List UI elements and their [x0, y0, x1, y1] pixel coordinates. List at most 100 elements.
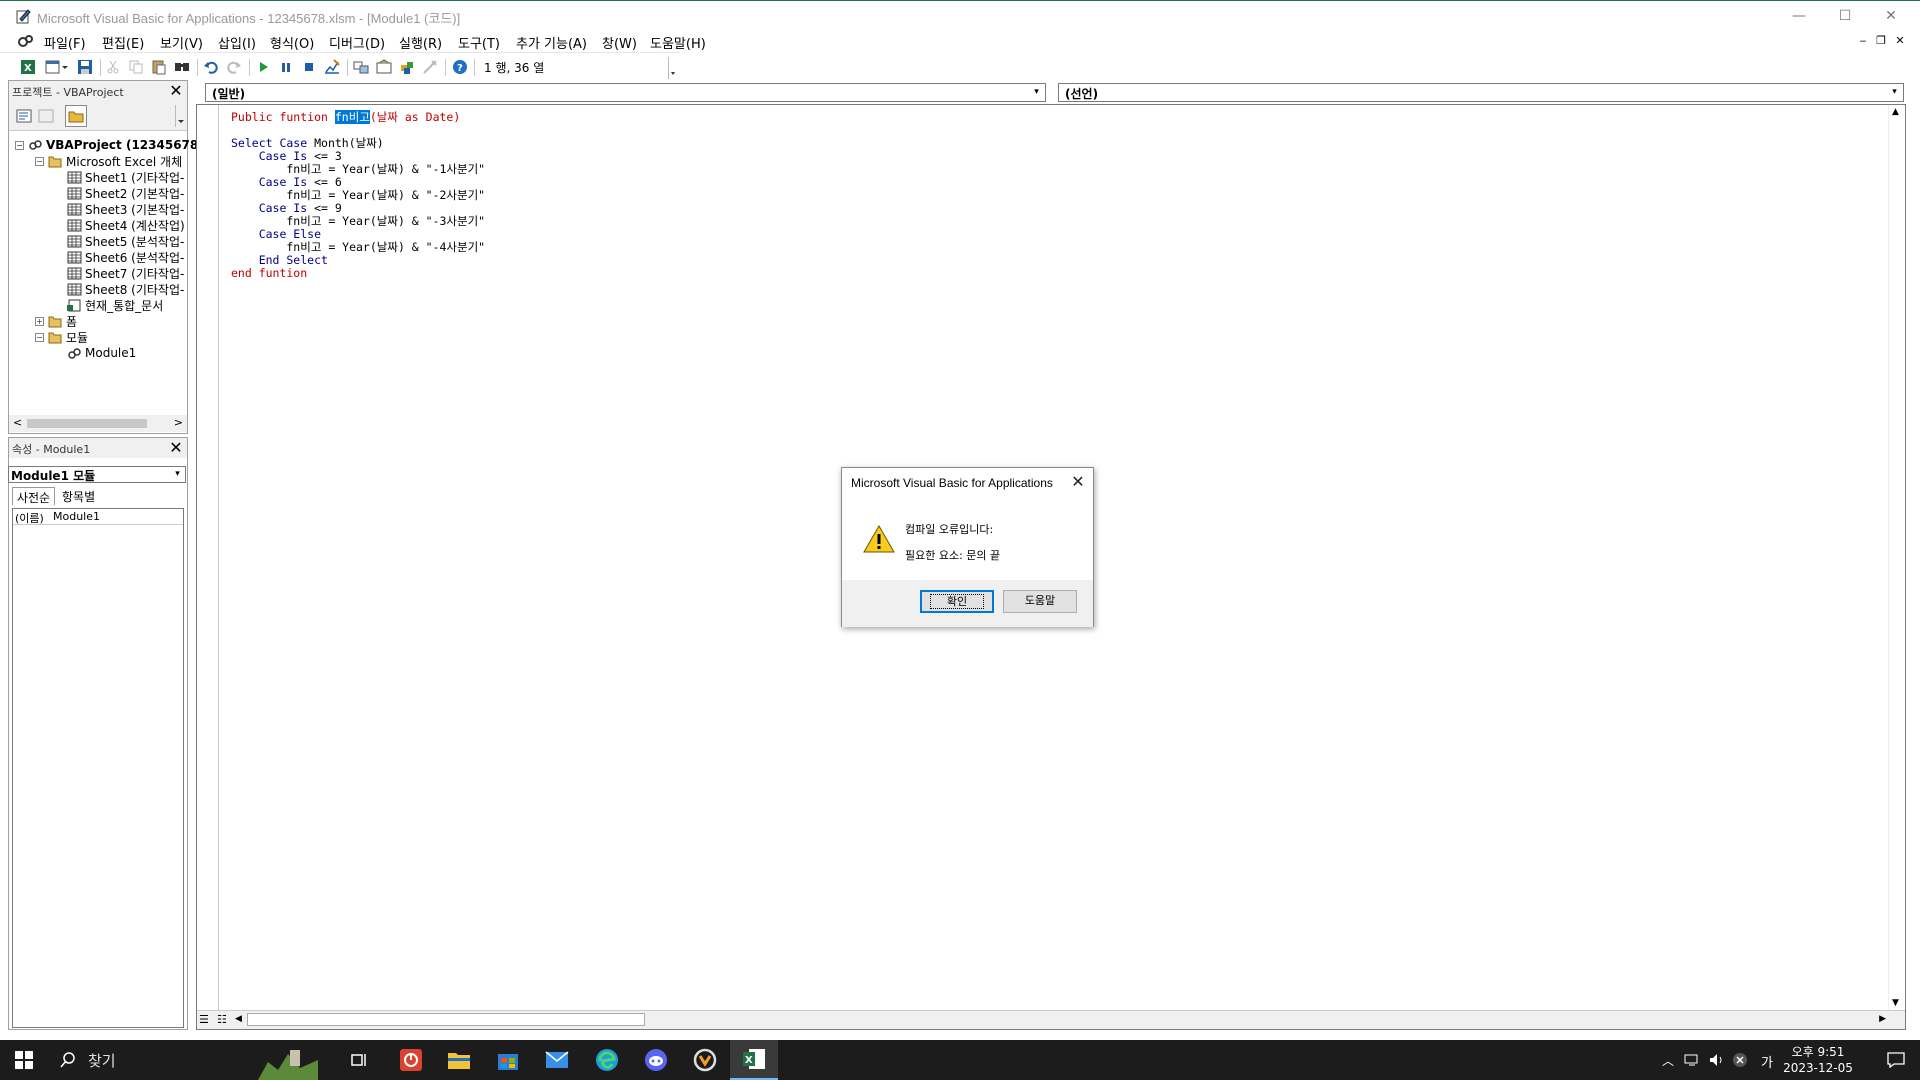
tree-node-sheet6[interactable]: Sheet6 (분석작업-	[67, 249, 184, 265]
code-line[interactable]: Public funtion fn비고(날짜 as Date)	[231, 110, 485, 124]
copy-icon[interactable]	[127, 58, 145, 76]
tree-node-vbaproject[interactable]: − VBAProject (12345678	[15, 137, 198, 153]
tree-node-sheet7[interactable]: Sheet7 (기타작업-	[67, 265, 184, 281]
show-hidden-icons[interactable]: ︿	[1662, 1052, 1674, 1069]
toolbar-grip[interactable]	[668, 57, 678, 79]
menu-edit[interactable]: 편집(E)	[102, 33, 144, 52]
redo-icon[interactable]	[225, 58, 243, 76]
object-browser-icon[interactable]	[398, 58, 416, 76]
menu-tools[interactable]: 도구(T)	[458, 33, 500, 52]
reset-icon[interactable]	[300, 58, 318, 76]
cut-icon[interactable]	[104, 58, 122, 76]
clock[interactable]: 오후 9:51 2023-12-05	[1783, 1044, 1853, 1076]
menu-help[interactable]: 도움말(H)	[650, 33, 706, 52]
view-object-icon[interactable]	[37, 107, 55, 125]
scroll-right-icon[interactable]: >	[174, 416, 183, 429]
maximize-button[interactable]: ☐	[1822, 5, 1868, 27]
properties-window-icon[interactable]	[375, 58, 393, 76]
menu-run[interactable]: 실행(R)	[399, 33, 442, 52]
scroll-left-icon[interactable]: ◀	[235, 1014, 242, 1024]
scroll-down-icon[interactable]: ▼	[1892, 998, 1899, 1008]
project-horizontal-scrollbar[interactable]: < >	[9, 415, 187, 432]
scroll-right-icon[interactable]: ▶	[1879, 1014, 1886, 1024]
tree-node-workbook[interactable]: 현재_통합_문서	[67, 297, 163, 313]
scroll-up-icon[interactable]: ▲	[1892, 107, 1899, 117]
undo-icon[interactable]	[202, 58, 220, 76]
properties-object-combo[interactable]: Module1 모듈 ▾	[8, 466, 186, 483]
start-button[interactable]	[0, 1040, 48, 1080]
chevron-down-icon[interactable]: ▾	[170, 467, 185, 482]
break-icon[interactable]	[277, 58, 295, 76]
help-icon[interactable]: ?	[451, 58, 469, 76]
scroll-thumb[interactable]	[27, 419, 147, 428]
project-toolbar-grip[interactable]	[175, 105, 187, 127]
tree-node-excel-objects[interactable]: − Microsoft Excel 개체	[35, 153, 182, 169]
tree-node-sheet3[interactable]: Sheet3 (기본작업-	[67, 201, 184, 217]
scroll-thumb[interactable]	[247, 1013, 645, 1026]
property-row[interactable]: (이름) Module1	[13, 509, 183, 525]
breakpoint-margin[interactable]	[197, 105, 219, 1029]
help-button[interactable]: 도움말	[1003, 590, 1077, 613]
network-icon[interactable]	[1680, 1040, 1704, 1080]
ok-button[interactable]: 확인	[920, 590, 994, 613]
project-panel-close-icon[interactable]: ✕	[167, 83, 185, 99]
procedure-view-icon[interactable]: ☰	[199, 1013, 209, 1026]
menu-view[interactable]: 보기(V)	[160, 33, 203, 52]
menu-addins[interactable]: 추가 기능(A)	[516, 33, 587, 52]
discord-icon[interactable]	[632, 1040, 680, 1080]
properties-panel-close-icon[interactable]: ✕	[167, 440, 185, 456]
insert-dropdown-icon[interactable]	[60, 58, 70, 76]
menu-debug[interactable]: 디버그(D)	[329, 33, 385, 52]
tree-node-sheet2[interactable]: Sheet2 (기본작업-	[67, 185, 184, 201]
chevron-down-icon[interactable]: ▾	[1029, 85, 1044, 100]
toolbox-icon[interactable]	[421, 58, 439, 76]
collapse-icon[interactable]: −	[35, 156, 44, 166]
code-vertical-scrollbar[interactable]: ▲ ▼	[1888, 105, 1905, 1010]
tree-node-modules[interactable]: − 모듈	[35, 329, 88, 345]
scroll-left-icon[interactable]: <	[13, 416, 22, 429]
tree-node-sheet5[interactable]: Sheet5 (분석작업-	[67, 233, 184, 249]
run-icon[interactable]	[254, 58, 272, 76]
find-icon[interactable]	[173, 58, 191, 76]
tab-categorized[interactable]: 항목별	[58, 487, 99, 505]
ime-indicator[interactable]: 가	[1761, 1052, 1773, 1071]
notification-icon[interactable]	[1872, 1040, 1920, 1080]
procedure-combo[interactable]: (선언) ▾	[1058, 83, 1904, 102]
minimize-button[interactable]: —	[1776, 5, 1822, 27]
taskbar-search[interactable]	[48, 1040, 318, 1080]
task-view-button[interactable]	[336, 1040, 384, 1080]
volume-icon[interactable]	[1705, 1040, 1729, 1080]
paste-icon[interactable]	[150, 58, 168, 76]
full-module-view-icon[interactable]: ☷	[217, 1013, 227, 1026]
menu-file[interactable]: 파일(F)	[44, 33, 86, 52]
tree-node-sheet4[interactable]: Sheet4 (계산작업)	[67, 217, 185, 233]
menu-format[interactable]: 형식(O)	[270, 33, 314, 52]
project-explorer-icon[interactable]	[352, 58, 370, 76]
mdi-minimize-button[interactable]: ‒	[1856, 34, 1870, 47]
store-icon[interactable]	[484, 1040, 532, 1080]
object-combo[interactable]: (일반) ▾	[205, 83, 1046, 102]
mdi-close-button[interactable]: ✕	[1893, 34, 1907, 47]
save-icon[interactable]	[76, 58, 94, 76]
file-explorer-icon[interactable]	[435, 1040, 483, 1080]
excel-taskbar-icon[interactable]: X	[730, 1040, 778, 1080]
tree-node-sheet8[interactable]: Sheet8 (기타작업-	[67, 281, 184, 297]
code-text[interactable]: Public funtion fn비고(날짜 as Date) Select C…	[231, 110, 485, 280]
chevron-down-icon[interactable]: ▾	[1887, 85, 1902, 100]
toggle-folders-icon[interactable]	[65, 105, 87, 127]
tree-node-module1[interactable]: Module1	[67, 345, 136, 361]
collapse-icon[interactable]: −	[15, 140, 24, 150]
code-line[interactable]: end funtion	[231, 267, 485, 280]
module-window-icon[interactable]	[17, 33, 35, 49]
view-excel-icon[interactable]: X	[19, 58, 37, 76]
tree-node-sheet1[interactable]: Sheet1 (기타작업-	[67, 169, 184, 185]
menu-window[interactable]: 창(W)	[602, 33, 637, 52]
overwatch-icon[interactable]	[681, 1040, 729, 1080]
tray-app-icon[interactable]	[1728, 1040, 1752, 1080]
taskbar-app-power-icon[interactable]	[387, 1040, 435, 1080]
mdi-restore-button[interactable]: ❐	[1874, 34, 1888, 47]
view-code-icon[interactable]	[15, 107, 33, 125]
tab-alphabetic[interactable]: 사전순	[12, 487, 56, 505]
design-mode-icon[interactable]	[323, 58, 341, 76]
mail-icon[interactable]	[533, 1040, 581, 1080]
